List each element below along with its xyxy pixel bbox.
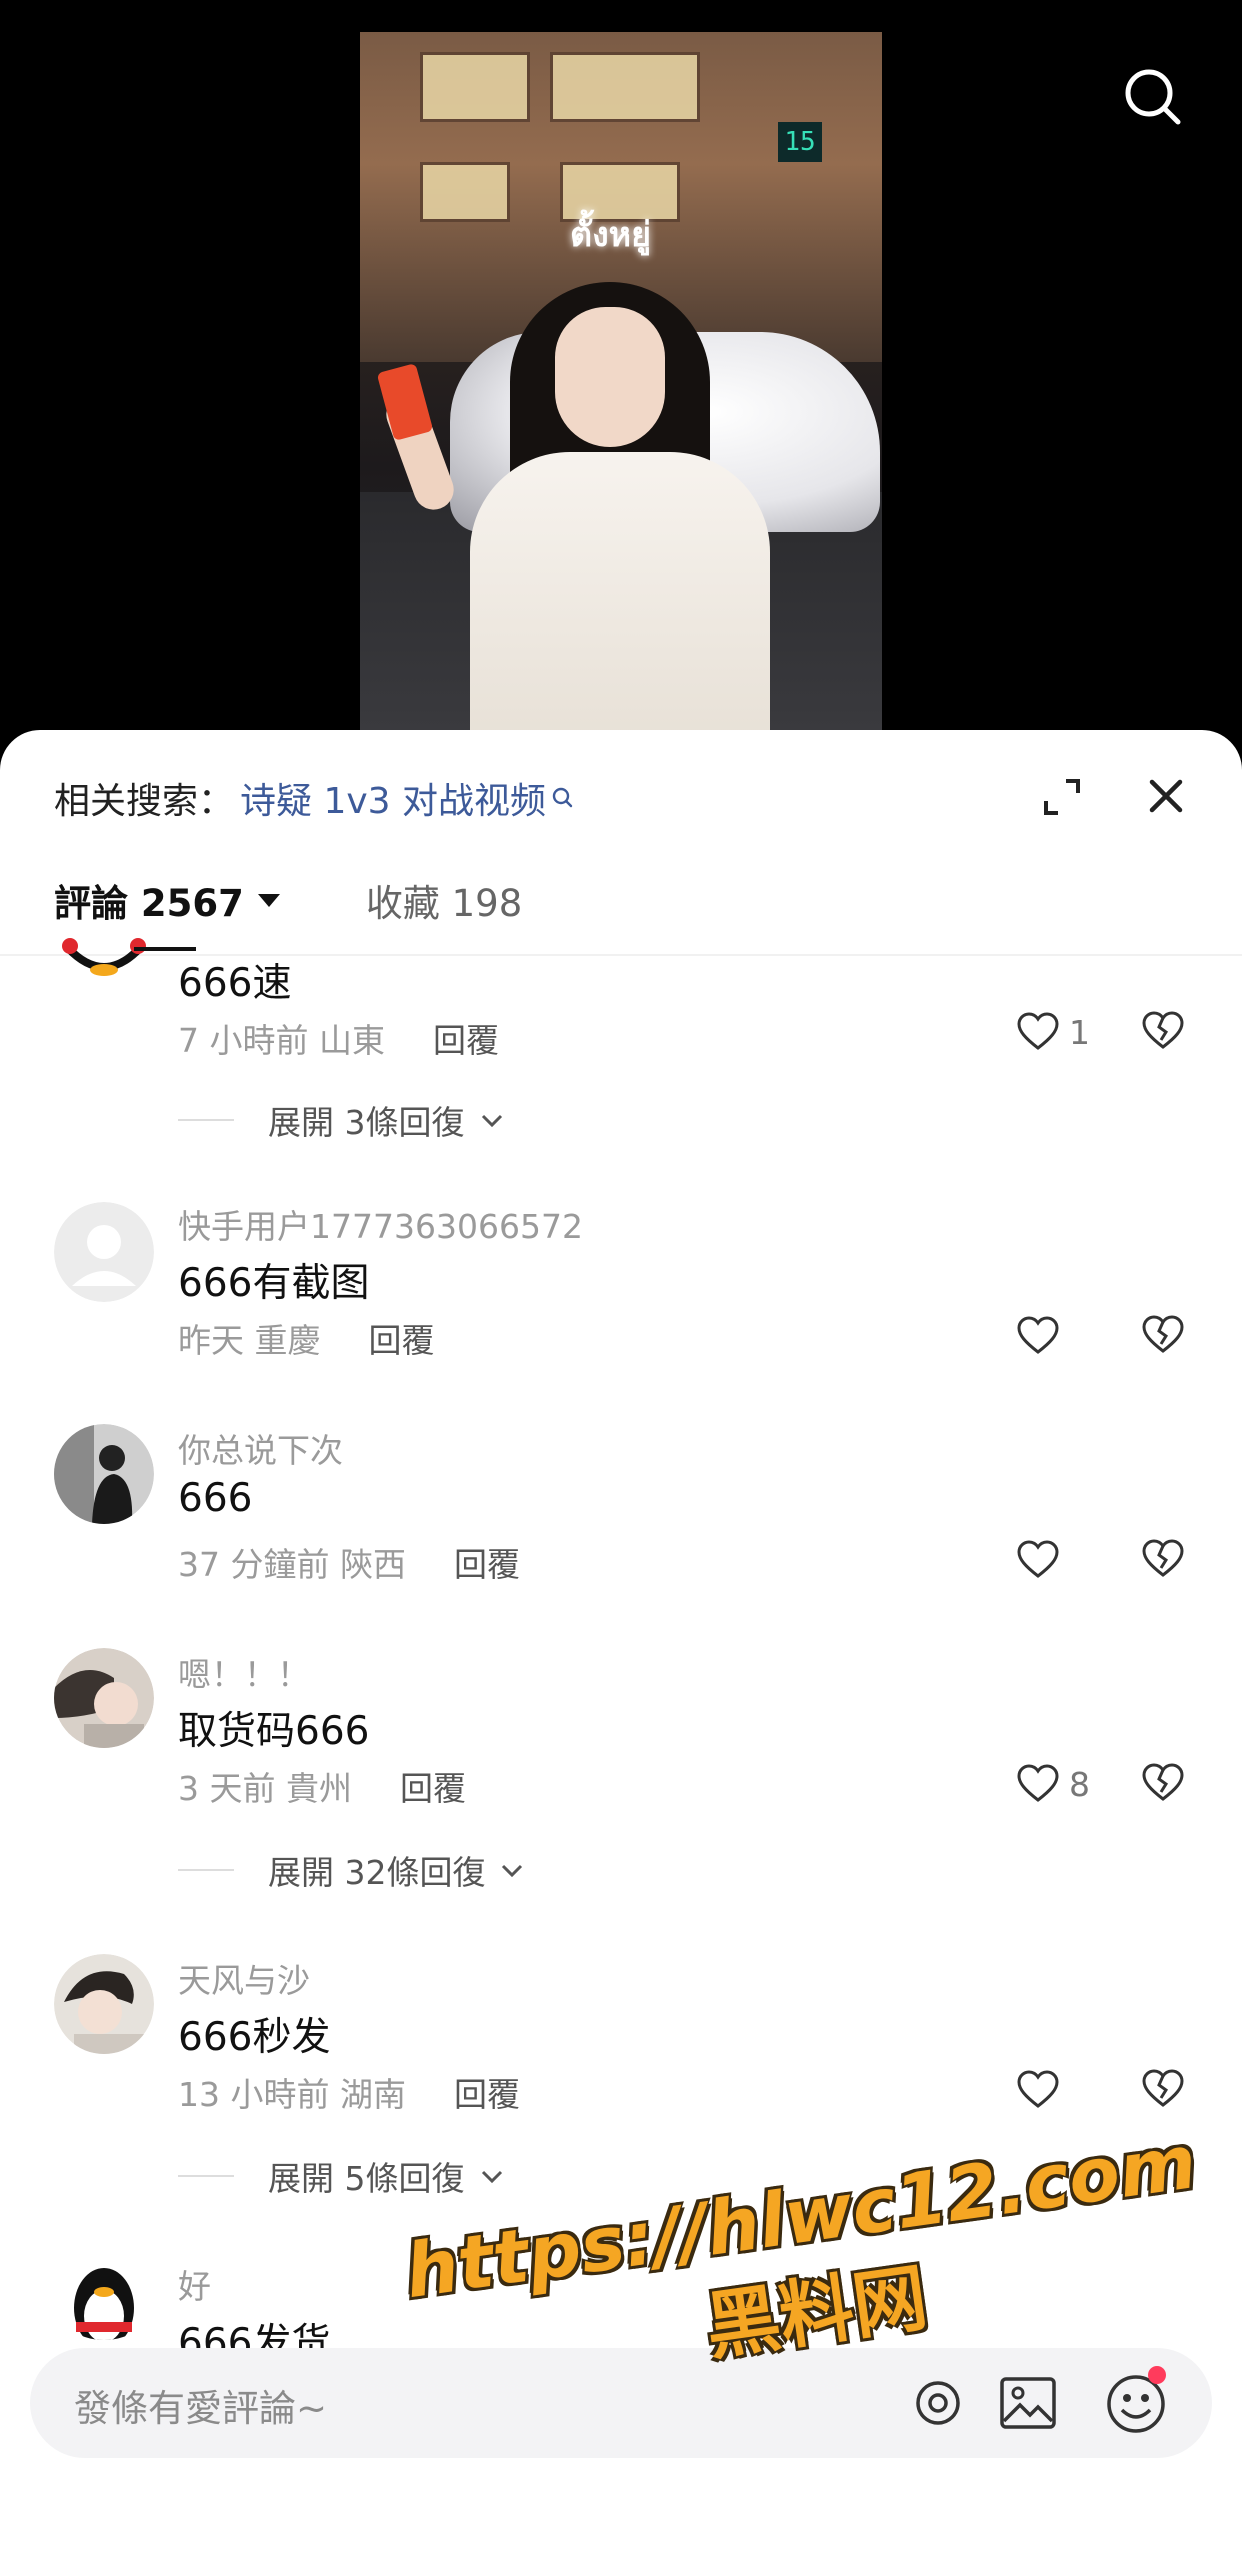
related-search[interactable]: 相关搜索： 诗疑 1v3 对战视频	[54, 768, 576, 828]
avatar[interactable]	[54, 1954, 154, 2054]
heart-icon	[1017, 1540, 1059, 1578]
avatar[interactable]	[54, 1202, 154, 1302]
chevron-down-icon	[481, 1114, 502, 1128]
reply-button[interactable]: 回覆	[454, 2068, 520, 2116]
comment-input-bar: 發條有愛評論~	[30, 2348, 1212, 2458]
like-button[interactable]	[1015, 2066, 1061, 2114]
comment-meta: 7 小時前 山東 回覆	[178, 1014, 499, 1062]
video-neon-sign: ตั้งหยู่	[570, 215, 652, 255]
avatar[interactable]	[54, 930, 154, 990]
reply-button[interactable]: 回覆	[369, 1314, 435, 1362]
expand-replies-button[interactable]: 展開 3條回復	[178, 1096, 507, 1144]
comment-username[interactable]: 快手用户1777363066572	[178, 1200, 583, 1248]
broken-heart-icon[interactable]	[1140, 1536, 1186, 1582]
related-search-link[interactable]: 诗疑 1v3 对战视频	[240, 772, 546, 824]
video-traffic-signal: 15	[778, 122, 822, 162]
comment-text: 666秒发	[178, 2015, 331, 2060]
like-button[interactable]: 1	[1015, 1008, 1090, 1056]
reply-button[interactable]: 回覆	[433, 1014, 499, 1062]
comment-username[interactable]: 你总说下次	[178, 1424, 343, 1472]
small-search-icon	[552, 787, 573, 808]
close-icon[interactable]	[1142, 772, 1190, 820]
comment-tabs: 評論 2567 收藏 198	[54, 870, 522, 930]
tab-favorites[interactable]: 收藏 198	[366, 873, 522, 927]
tab-comments[interactable]: 評論 2567	[54, 873, 280, 927]
chevron-down-icon	[481, 2170, 502, 2184]
image-picker-icon[interactable]	[998, 2375, 1058, 2431]
video-person	[470, 452, 770, 732]
comment-meta: 37 分鐘前 陝西 回覆	[178, 1538, 520, 1586]
heart-icon	[1017, 1012, 1059, 1050]
like-button[interactable]: 8	[1015, 1760, 1090, 1808]
comment-text: 666有截图	[178, 1261, 370, 1306]
comment-text: 666	[178, 1476, 253, 1521]
avatar[interactable]	[54, 1424, 154, 1524]
like-count: 8	[1069, 1764, 1090, 1804]
related-search-label: 相关搜索：	[54, 781, 235, 822]
comment-username[interactable]: 好	[178, 2260, 211, 2308]
reply-button[interactable]: 回覆	[400, 1762, 466, 1810]
chevron-down-icon	[502, 1864, 523, 1878]
reply-button[interactable]: 回覆	[454, 1538, 520, 1586]
heart-icon	[1017, 1316, 1059, 1354]
at-mention-icon[interactable]	[910, 2375, 966, 2431]
comment-username[interactable]: 天风与沙	[178, 1954, 310, 2002]
broken-heart-icon[interactable]	[1140, 2066, 1186, 2112]
expand-replies-button[interactable]: 展開 5條回復	[178, 2152, 507, 2200]
broken-heart-icon[interactable]	[1140, 1312, 1186, 1358]
notification-dot	[1148, 2366, 1166, 2384]
caret-down-icon	[257, 893, 280, 907]
comment-text: 666速	[178, 961, 292, 1006]
broken-heart-icon[interactable]	[1140, 1008, 1186, 1054]
heart-icon	[1017, 1764, 1059, 1802]
fullscreen-expand-icon[interactable]	[1040, 775, 1084, 819]
comment-sheet: 相关搜索： 诗疑 1v3 对战视频 評論 2567 收藏 198 666速 7 …	[0, 730, 1242, 2560]
broken-heart-icon[interactable]	[1140, 1760, 1186, 1806]
comment-meta: 13 小時前 湖南 回覆	[178, 2068, 520, 2116]
comment-meta: 昨天 重慶 回覆	[178, 1314, 435, 1362]
avatar[interactable]	[54, 2260, 154, 2340]
like-count: 1	[1069, 1012, 1090, 1052]
heart-icon	[1017, 2070, 1059, 2108]
avatar[interactable]	[54, 1648, 154, 1748]
expand-replies-button[interactable]: 展開 32條回復	[178, 1846, 527, 1894]
video-player[interactable]: 15 ตั้งหยู่	[360, 32, 882, 732]
comment-input[interactable]: 發條有愛評論~	[74, 2378, 327, 2432]
comment-text: 取货码666	[178, 1709, 370, 1754]
search-icon[interactable]	[1118, 62, 1188, 132]
like-button[interactable]	[1015, 1536, 1061, 1584]
like-button[interactable]	[1015, 1312, 1061, 1360]
comment-username[interactable]: 嗯！！！	[178, 1648, 310, 1696]
comment-meta: 3 天前 貴州 回覆	[178, 1762, 466, 1810]
